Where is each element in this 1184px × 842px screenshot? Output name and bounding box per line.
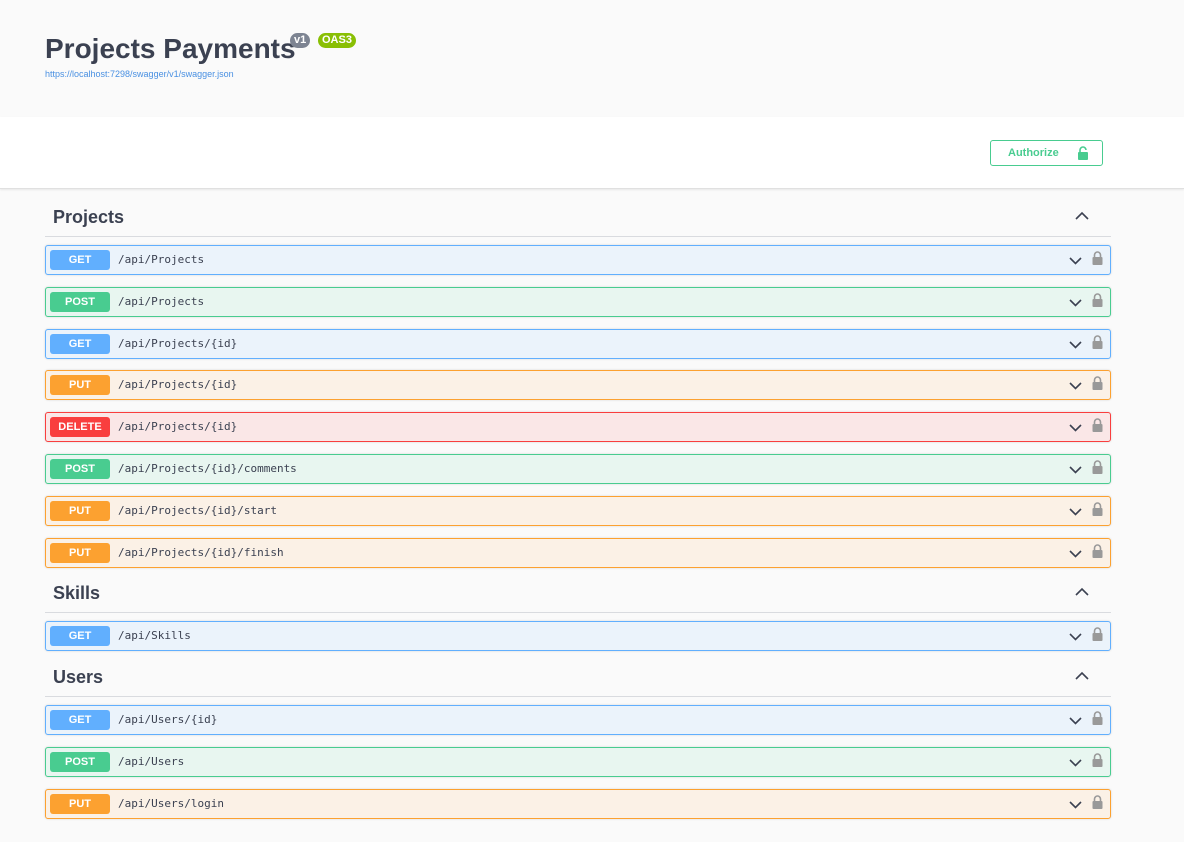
operation-row[interactable]: PUT/api/Projects/{id}/start — [45, 496, 1111, 526]
chevron-down-icon[interactable] — [1069, 298, 1082, 307]
chevron-down-icon[interactable] — [1069, 340, 1082, 349]
chevron-up-icon[interactable] — [1075, 587, 1089, 597]
lock-icon[interactable] — [1092, 502, 1103, 516]
operation-path: /api/Projects/{id}/finish — [118, 546, 284, 559]
section-header-projects[interactable]: Projects — [45, 207, 1111, 237]
lock-icon[interactable] — [1092, 753, 1103, 767]
section-title: Users — [53, 667, 104, 687]
operation-row[interactable]: GET/api/Skills — [45, 621, 1111, 651]
lock-icon[interactable] — [1092, 627, 1103, 641]
operation-path: /api/Projects — [118, 295, 205, 308]
chevron-down-icon[interactable] — [1069, 716, 1082, 725]
lock-icon[interactable] — [1092, 711, 1103, 725]
operation-row[interactable]: POST/api/Users — [45, 747, 1111, 777]
lock-icon[interactable] — [1092, 251, 1103, 265]
method-badge: PUT — [50, 794, 110, 814]
unlock-icon — [1078, 146, 1088, 160]
section-title: Projects — [53, 207, 125, 227]
chevron-down-icon[interactable] — [1069, 465, 1082, 474]
operation-path: /api/Projects/{id} — [118, 378, 238, 391]
operation-path: /api/Projects/{id} — [118, 420, 238, 433]
operation-row[interactable]: GET/api/Projects/{id} — [45, 329, 1111, 359]
lock-icon[interactable] — [1092, 795, 1103, 809]
lock-icon[interactable] — [1092, 460, 1103, 474]
lock-icon[interactable] — [1092, 418, 1103, 432]
method-badge: PUT — [50, 375, 110, 395]
operation-path: /api/Users — [118, 755, 185, 768]
authorize-button[interactable]: Authorize — [990, 140, 1103, 166]
chevron-up-icon[interactable] — [1075, 671, 1089, 681]
version-badge: v1 — [290, 33, 311, 48]
section-title: Skills — [53, 583, 101, 603]
operation-path: /api/Users/{id} — [118, 713, 218, 726]
chevron-down-icon[interactable] — [1069, 381, 1082, 390]
lock-icon[interactable] — [1092, 376, 1103, 390]
api-info: Projects Payments v1 OAS3 https://localh… — [0, 0, 1184, 117]
operation-row[interactable]: PUT/api/Users/login — [45, 789, 1111, 819]
method-badge: GET — [50, 250, 110, 270]
lock-icon[interactable] — [1092, 544, 1103, 558]
operation-path: /api/Skills — [118, 629, 191, 642]
chevron-down-icon[interactable] — [1069, 758, 1082, 767]
operation-path: /api/Projects — [118, 253, 205, 266]
lock-icon[interactable] — [1092, 335, 1103, 349]
operation-row[interactable]: POST/api/Projects — [45, 287, 1111, 317]
method-badge: GET — [50, 626, 110, 646]
operation-row[interactable]: DELETE/api/Projects/{id} — [45, 412, 1111, 442]
operation-row[interactable]: PUT/api/Projects/{id}/finish — [45, 538, 1111, 568]
operation-row[interactable]: GET/api/Projects — [45, 245, 1111, 275]
method-badge: POST — [50, 459, 110, 479]
lock-icon[interactable] — [1092, 293, 1103, 307]
operation-path: /api/Projects/{id}/comments — [118, 462, 297, 475]
operation-row[interactable]: PUT/api/Projects/{id} — [45, 370, 1111, 400]
chevron-down-icon[interactable] — [1069, 256, 1082, 265]
chevron-down-icon[interactable] — [1069, 800, 1082, 809]
method-badge: PUT — [50, 501, 110, 521]
operation-path: /api/Projects/{id}/start — [118, 504, 277, 517]
section-header-skills[interactable]: Skills — [45, 583, 1111, 613]
method-badge: GET — [50, 710, 110, 730]
page-title: Projects Payments — [45, 33, 296, 64]
operation-row[interactable]: GET/api/Users/{id} — [45, 705, 1111, 735]
chevron-down-icon[interactable] — [1069, 507, 1082, 516]
method-badge: PUT — [50, 543, 110, 563]
chevron-down-icon[interactable] — [1069, 423, 1082, 432]
chevron-down-icon[interactable] — [1069, 632, 1082, 641]
method-badge: POST — [50, 292, 110, 312]
operation-path: /api/Users/login — [118, 797, 224, 810]
chevron-up-icon[interactable] — [1075, 211, 1089, 221]
oas-badge: OAS3 — [318, 33, 356, 48]
spec-url-link[interactable]: https://localhost:7298/swagger/v1/swagge… — [45, 69, 234, 79]
operation-path: /api/Projects/{id} — [118, 337, 238, 350]
scheme-container: Authorize — [0, 117, 1184, 189]
authorize-label: Authorize — [1008, 147, 1059, 159]
method-badge: GET — [50, 334, 110, 354]
method-badge: DELETE — [50, 417, 110, 437]
section-header-users[interactable]: Users — [45, 667, 1111, 697]
method-badge: POST — [50, 752, 110, 772]
chevron-down-icon[interactable] — [1069, 549, 1082, 558]
operation-row[interactable]: POST/api/Projects/{id}/comments — [45, 454, 1111, 484]
